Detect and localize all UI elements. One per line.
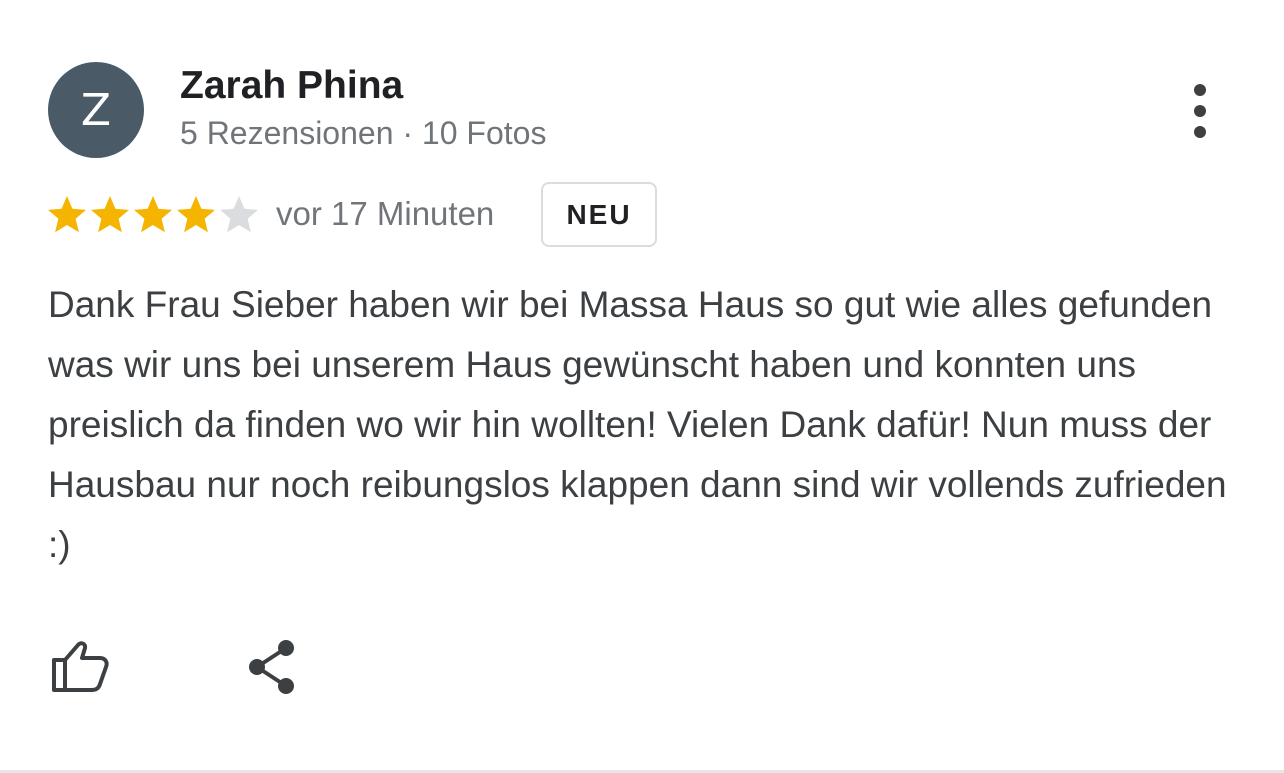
avatar-letter: Z (80, 84, 112, 136)
star-filled-icon (48, 196, 86, 233)
avatar[interactable]: Z (48, 62, 144, 158)
more-vertical-icon (1194, 84, 1206, 96)
share-button[interactable] (242, 636, 302, 698)
star-filled-icon (177, 196, 215, 233)
star-rating (46, 193, 261, 237)
more-options-button[interactable] (1176, 78, 1224, 144)
review-card: Z Zarah Phina 5 Rezensionen · 10 Fotos v… (0, 0, 1284, 773)
like-button[interactable] (48, 636, 112, 696)
new-badge: NEU (541, 182, 657, 247)
star-empty-icon (220, 196, 258, 233)
share-icon (249, 640, 294, 694)
thumbs-up-icon (52, 641, 109, 692)
review-time: vor 17 Minuten (276, 195, 495, 232)
star-filled-icon (91, 196, 129, 233)
review-text: Dank Frau Sieber haben wir bei Massa Hau… (48, 284, 1227, 565)
star-filled-icon (134, 196, 172, 233)
author-meta[interactable]: 5 Rezensionen · 10 Fotos (180, 115, 546, 152)
author-name[interactable]: Zarah Phina (180, 64, 403, 108)
